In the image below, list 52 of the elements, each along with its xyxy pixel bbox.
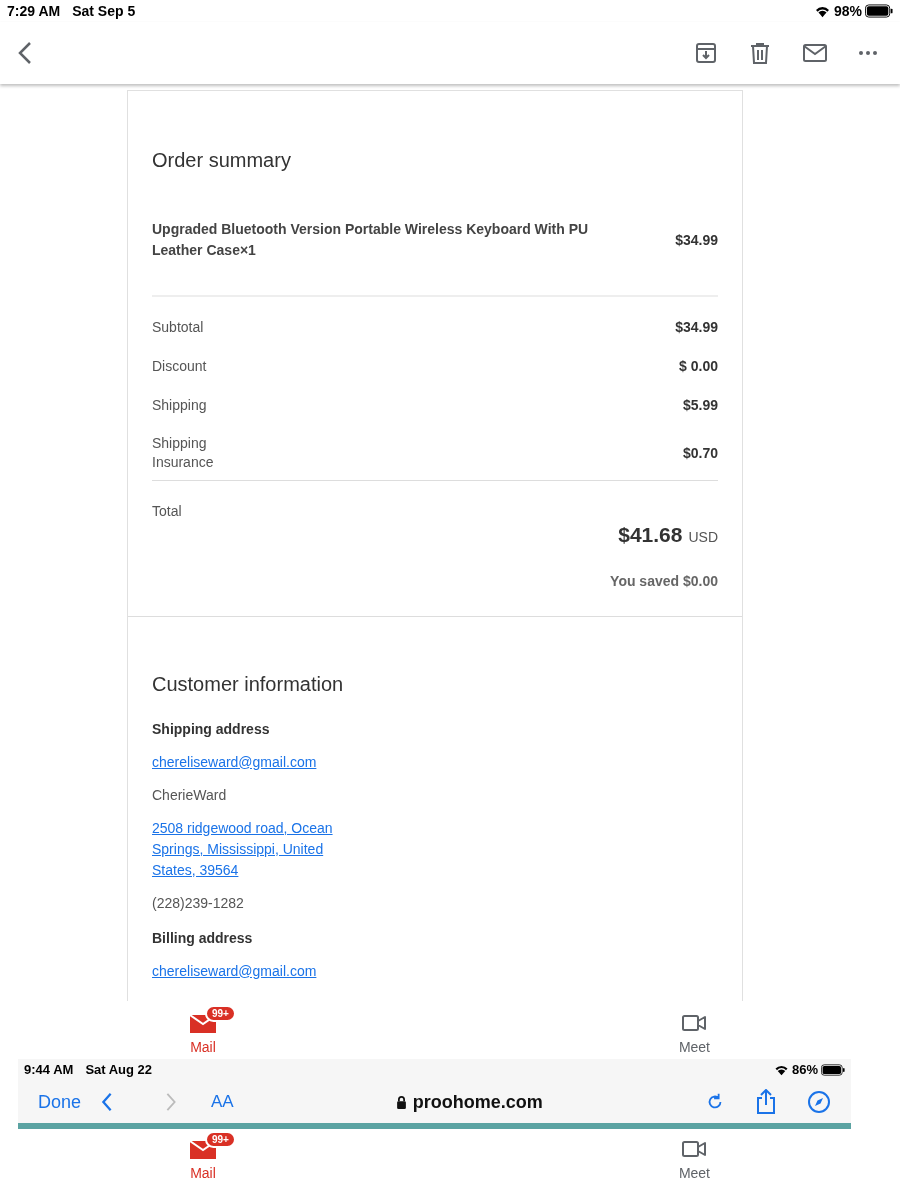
unread-badge: 99+ [205, 1005, 236, 1022]
video-camera-icon [682, 1014, 707, 1032]
contact-text: CherieWard [152, 785, 228, 805]
section-title: Order summary [152, 148, 292, 173]
wifi-icon [773, 1064, 789, 1076]
summary-label: Discount [152, 357, 208, 376]
email-link[interactable]: chereliseward@gmail.com [152, 751, 367, 773]
summary-value: $5.99 [682, 396, 718, 415]
summary-value: $0.70 [682, 443, 718, 463]
contact-text: (228)239-1282 [152, 893, 245, 913]
tab-meet[interactable]: Meet [650, 1131, 738, 1184]
summary-value: $34.99 [675, 318, 718, 337]
address-heading: Billing address [152, 928, 254, 948]
done-button[interactable]: Done [38, 1088, 82, 1116]
address-link[interactable]: 2508 ridgewood road, Ocean Springs, Mississippi, United States, 39564 [152, 817, 367, 881]
savings-text: You saved $0.00 [610, 571, 718, 591]
status-time: 9:44 AM [24, 1061, 74, 1080]
tab-mail[interactable]: 99+ Mail [162, 1131, 244, 1184]
battery-percentage: 98% [833, 1, 862, 21]
text-size-button[interactable]: AA [211, 1089, 234, 1115]
summary-label: Shipping [152, 396, 208, 415]
product-name: Upgraded Bluetooth Version Portable Wireless Keyboard With PU Leather Case×1 [152, 220, 590, 260]
summary-label: Subtotal [152, 318, 205, 337]
lock-icon [395, 1095, 407, 1109]
battery-icon [821, 1064, 845, 1076]
tab-meet[interactable]: Meet [650, 1005, 738, 1058]
tab-mail[interactable]: 99+ Mail [162, 1005, 244, 1058]
status-date: Sat Sep 5 [72, 1, 136, 21]
mail-icon[interactable] [802, 42, 828, 64]
url-text[interactable]: proohome.com [412, 1088, 543, 1116]
status-date: Sat Aug 22 [85, 1061, 153, 1080]
summary-value: $ 0.00 [679, 357, 718, 376]
battery-icon [865, 4, 893, 18]
compass-icon[interactable] [807, 1090, 831, 1114]
total-amount: $41.68 [618, 522, 683, 548]
trash-icon[interactable] [748, 41, 772, 65]
summary-label: Shipping Insurance [152, 434, 215, 472]
address-heading: Shipping address [152, 719, 271, 739]
battery-percentage: 86% [791, 1061, 818, 1080]
back-icon[interactable] [101, 1092, 114, 1112]
share-icon[interactable] [755, 1089, 777, 1115]
video-camera-icon [682, 1140, 707, 1158]
currency-label: USD [688, 528, 718, 547]
back-icon[interactable] [18, 41, 32, 65]
total-label: Total [152, 502, 182, 521]
status-time: 7:29 AM [7, 1, 61, 21]
email-link[interactable]: chereliseward@gmail.com [152, 960, 367, 982]
product-price: $34.99 [675, 230, 718, 250]
section-title: Customer information [152, 671, 345, 697]
archive-icon[interactable] [694, 41, 718, 65]
more-options-icon[interactable] [858, 50, 878, 56]
unread-badge: 99+ [205, 1131, 236, 1148]
